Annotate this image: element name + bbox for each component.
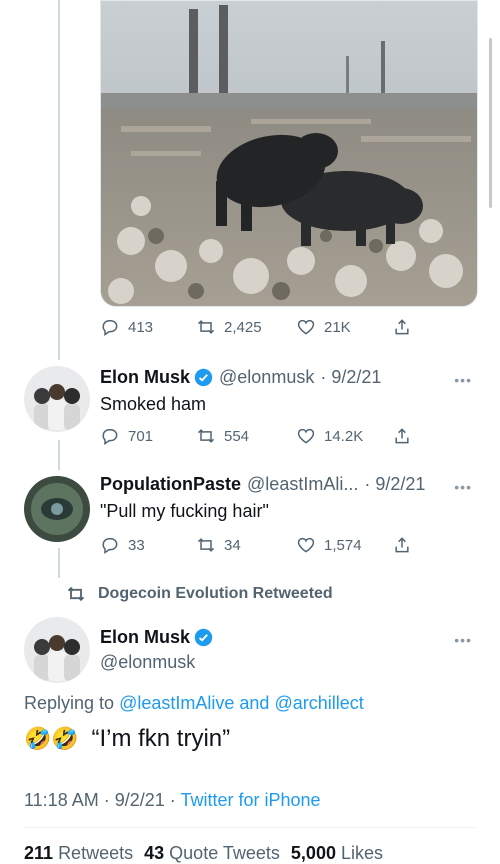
thread-line (58, 548, 60, 578)
reply-icon (102, 538, 118, 554)
likes-label: Likes (340, 843, 384, 863)
reply-count: 33 (128, 536, 145, 554)
share-icon (395, 537, 409, 553)
retweet-icon (197, 320, 215, 334)
retweet-button[interactable]: 554 (196, 426, 249, 446)
tweet-meta: 11:18 AM · 9/2/21 · Twitter for iPhone (24, 790, 321, 811)
tweet-media-image[interactable] (100, 0, 478, 307)
tweet-date[interactable]: · 9/2/21 (364, 474, 425, 495)
like-count: 21K (324, 318, 351, 336)
tweet-source[interactable]: Twitter for iPhone (180, 790, 320, 810)
tweet-header: PopulationPaste @leastImAli... · 9/2/21 (100, 474, 425, 495)
replying-to-and: and (239, 693, 270, 713)
tweet-action-bar: 701 554 14.2K (100, 424, 420, 448)
avatar[interactable] (24, 366, 90, 432)
retweet-icon (197, 538, 215, 552)
reply-button[interactable]: 413 (100, 317, 153, 337)
retweet-button[interactable]: 34 (196, 535, 241, 555)
quote-tweets-stat[interactable]: 43 Quote Tweets (144, 843, 280, 863)
main-tweet-body: 🤣🤣 “I’m fkn tryin” (24, 725, 230, 753)
retweet-count: 554 (224, 427, 250, 445)
retweet-count: 2,425 (224, 318, 262, 336)
tweet-timestamp[interactable]: 11:18 AM · 9/2/21 · (24, 790, 176, 810)
tweet-header: Elon Musk @elonmusk · 9/2/21 (100, 367, 381, 388)
reply-button[interactable]: 33 (100, 535, 145, 555)
heart-icon (297, 428, 315, 444)
tweet-header: Elon Musk (100, 627, 213, 648)
verified-badge-icon (194, 368, 213, 387)
verified-badge-icon (194, 628, 213, 647)
display-name[interactable]: Elon Musk (100, 627, 190, 648)
retweet-icon (197, 429, 215, 443)
tweet-action-bar: 413 2,425 21K (100, 315, 420, 339)
avatar[interactable] (24, 476, 90, 542)
scrollbar[interactable] (489, 38, 492, 208)
replying-to-user[interactable]: @leastImAlive (119, 693, 234, 713)
retweet-icon (67, 586, 85, 602)
user-handle[interactable]: @elonmusk (100, 652, 195, 673)
avatar[interactable] (24, 617, 90, 683)
reply-count: 701 (128, 427, 154, 445)
retweets-count: 211 (24, 843, 54, 863)
share-icon (395, 428, 409, 444)
more-options-icon[interactable]: ••• (454, 372, 472, 388)
like-button[interactable]: 1,574 (296, 535, 362, 555)
tweet-text: Smoked ham (100, 394, 207, 414)
tweet-stats: 211 Retweets 43 Quote Tweets 5,000 Likes (24, 843, 383, 864)
like-count: 14.2K (324, 427, 364, 445)
more-options-icon[interactable]: ••• (454, 632, 472, 648)
thread-line (58, 440, 60, 470)
share-button[interactable] (392, 317, 412, 337)
like-button[interactable]: 21K (296, 317, 351, 337)
retweet-count: 34 (224, 536, 241, 554)
thread-line (58, 0, 60, 360)
divider (24, 827, 476, 828)
like-count: 1,574 (324, 536, 362, 554)
retweeted-by-label[interactable]: Dogecoin Evolution Retweeted (98, 585, 333, 603)
tweet-text: “I’m fkn tryin” (91, 725, 231, 752)
user-handle[interactable]: @elonmusk (219, 367, 314, 388)
share-button[interactable] (392, 426, 412, 446)
replying-to-user[interactable]: @archillect (274, 693, 363, 713)
tweet-action-bar: 33 34 1,574 (100, 533, 420, 557)
reply-icon (102, 320, 118, 336)
display-name[interactable]: Elon Musk (100, 367, 190, 388)
tweet-text: "Pull my fucking hair" (100, 501, 269, 521)
replying-to-prefix: Replying to (24, 693, 115, 713)
likes-count: 5,000 (290, 843, 336, 863)
user-handle[interactable]: @leastImAli... (247, 474, 358, 495)
likes-stat[interactable]: 5,000 Likes (291, 843, 383, 863)
share-icon (395, 319, 409, 335)
replying-to: Replying to @leastImAlive and @archillec… (24, 693, 364, 714)
tweet-date[interactable]: · 9/2/21 (320, 367, 381, 388)
reply-icon (102, 429, 118, 445)
heart-icon (297, 537, 315, 553)
reply-count: 413 (128, 318, 154, 336)
quote-tweets-label: Quote Tweets (169, 843, 280, 863)
reply-button[interactable]: 701 (100, 426, 153, 446)
retweets-stat[interactable]: 211 Retweets (24, 843, 133, 863)
retweets-label: Retweets (58, 843, 134, 863)
like-button[interactable]: 14.2K (296, 426, 363, 446)
laughing-emoji-icon: 🤣🤣 (24, 726, 79, 751)
heart-icon (297, 319, 315, 335)
retweet-button[interactable]: 2,425 (196, 317, 262, 337)
more-options-icon[interactable]: ••• (454, 479, 472, 495)
retweeted-banner: Dogecoin Evolution Retweeted (66, 584, 333, 604)
share-button[interactable] (392, 535, 412, 555)
display-name[interactable]: PopulationPaste (100, 474, 241, 495)
quote-tweets-count: 43 (144, 843, 165, 863)
